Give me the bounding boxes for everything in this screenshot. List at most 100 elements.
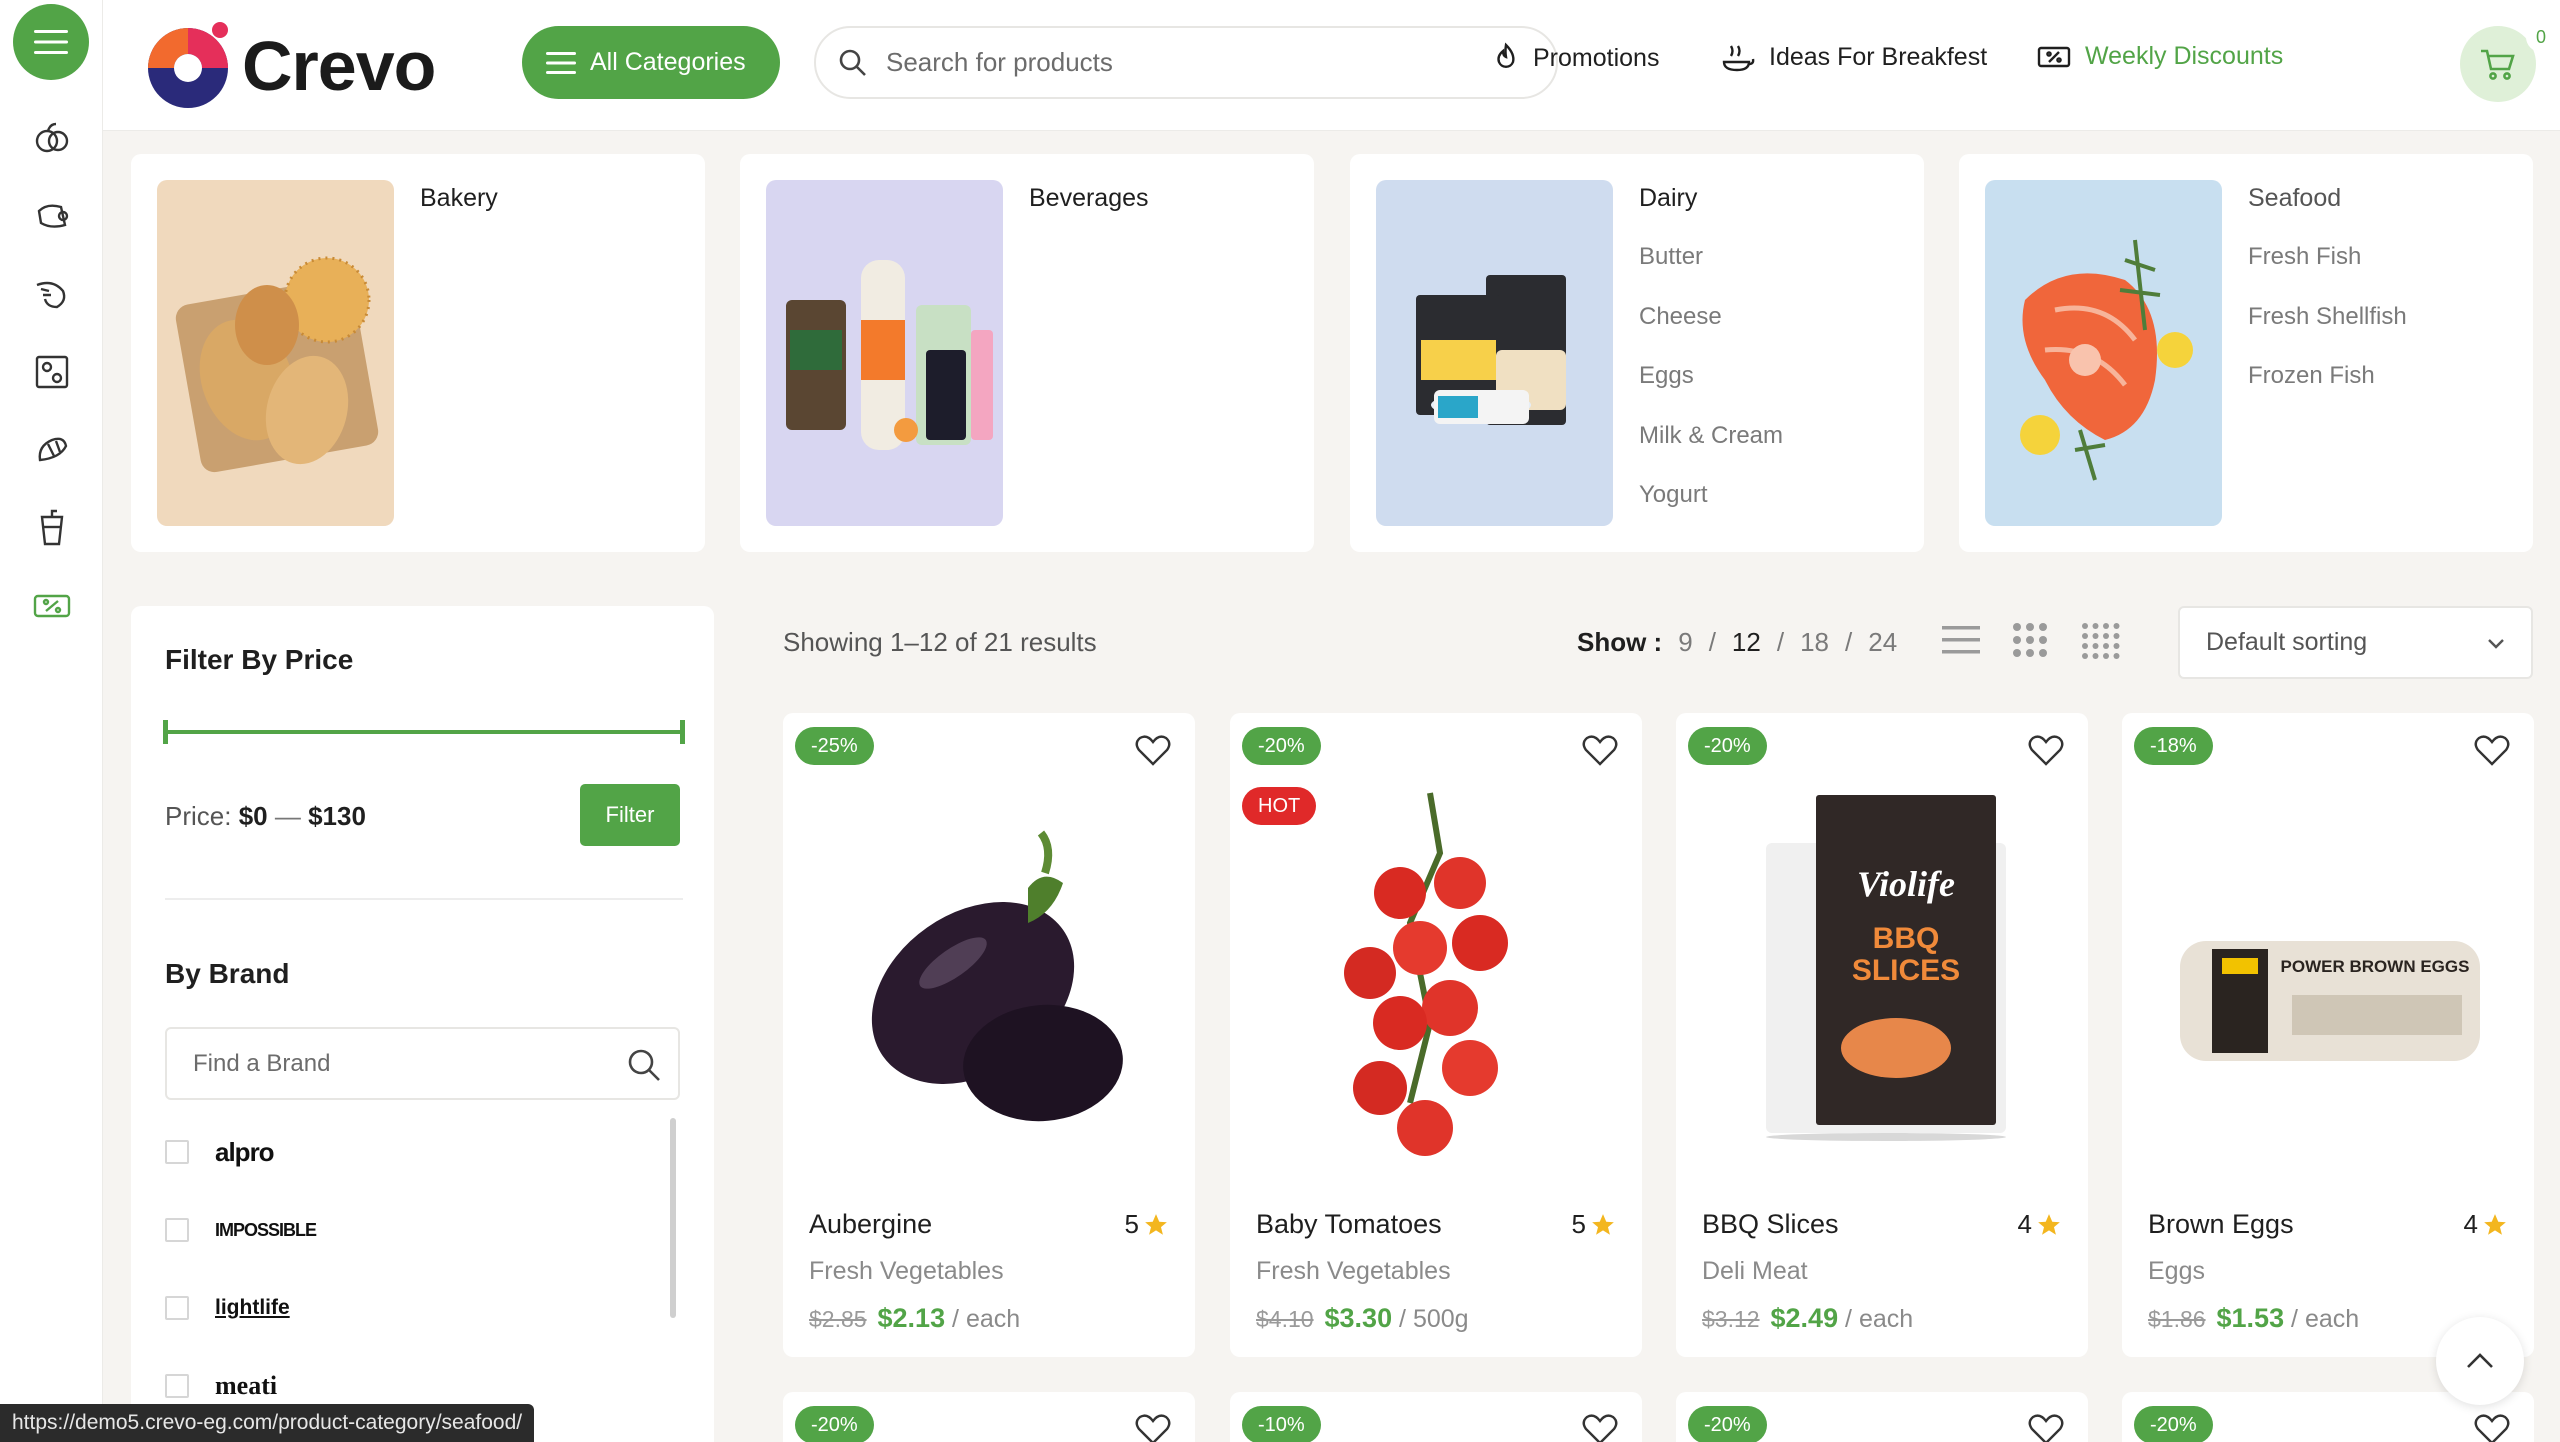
subcategory-link[interactable]: Butter — [1639, 242, 1783, 302]
price-min: $0 — [238, 801, 268, 831]
product-name[interactable]: BBQ Slices — [1702, 1209, 1839, 1240]
subcategory-link[interactable]: Yogurt — [1639, 480, 1783, 540]
all-categories-button[interactable]: All Categories — [522, 26, 780, 99]
star-icon — [2484, 1213, 2506, 1235]
brand-item-lightlife[interactable]: lightlife — [165, 1288, 290, 1328]
per-page-option[interactable]: 9 — [1678, 627, 1692, 658]
product-category[interactable]: Deli Meat — [1702, 1257, 1808, 1286]
per-page-option[interactable]: 24 — [1868, 627, 1897, 658]
fridge-icon[interactable] — [32, 352, 72, 392]
discount-badge: -20% — [1242, 727, 1321, 765]
fruit-icon[interactable] — [32, 118, 72, 158]
brand-logo-meati: meati — [215, 1371, 278, 1400]
product-card[interactable]: -18% POWER BROWN EGGS Brown Eggs 4 Eggs … — [2122, 713, 2534, 1357]
nav-promotions[interactable]: Promotions — [1493, 42, 1659, 74]
scroll-to-top-button[interactable] — [2436, 1317, 2524, 1405]
product-rating: 4 — [2464, 1209, 2508, 1240]
nav-weekly-discounts[interactable]: Weekly Discounts — [2037, 42, 2283, 71]
brand-item-meati[interactable]: meati — [165, 1366, 277, 1406]
product-image[interactable]: POWER BROWN EGGS — [2152, 773, 2504, 1193]
grid-3-view-icon[interactable] — [2012, 622, 2048, 658]
brand-item-impossible[interactable]: IMPOSSIBLE — [165, 1210, 317, 1250]
subcategory-link[interactable]: Cheese — [1639, 302, 1783, 362]
fire-icon — [1497, 42, 1515, 68]
subcategory-link[interactable]: Frozen Fish — [2248, 361, 2407, 421]
nav-weekly-discounts-label: Weekly Discounts — [2085, 42, 2284, 70]
meat-icon[interactable] — [32, 196, 72, 236]
product-card[interactable]: -20% Violife BBQ SLICES BBQ Slices 4 Del… — [1676, 713, 2088, 1357]
subcategory-link[interactable]: Milk & Cream — [1639, 421, 1783, 481]
menu-button[interactable] — [13, 4, 89, 80]
product-card[interactable]: -20% — [1676, 1392, 2088, 1442]
product-name[interactable]: Aubergine — [809, 1209, 932, 1240]
discount-icon[interactable] — [32, 586, 72, 626]
category-title[interactable]: Dairy — [1639, 184, 1697, 213]
chevron-down-icon — [2488, 639, 2504, 649]
product-name[interactable]: Baby Tomatoes — [1256, 1209, 1442, 1240]
price-unit: / each — [2291, 1305, 2360, 1333]
pack-product-text: BBQ SLICES — [1851, 922, 1961, 987]
price-slider-track[interactable] — [165, 730, 683, 734]
logo[interactable]: Crevo — [138, 14, 436, 118]
wishlist-heart-icon[interactable] — [1135, 735, 1171, 767]
price-slider-min-handle[interactable] — [163, 720, 168, 744]
category-title[interactable]: Bakery — [420, 184, 498, 213]
discount-badge: -20% — [1688, 1406, 1767, 1442]
sort-selected-value: Default sorting — [2206, 628, 2368, 656]
product-card[interactable]: -20% — [783, 1392, 1195, 1442]
category-title[interactable]: Beverages — [1029, 184, 1149, 213]
seafood-icon[interactable] — [32, 274, 72, 314]
brand-checkbox[interactable] — [165, 1218, 189, 1242]
wishlist-heart-icon[interactable] — [1582, 735, 1618, 767]
subcategory-link[interactable]: Eggs — [1639, 361, 1783, 421]
product-image[interactable] — [813, 773, 1165, 1193]
grid-4-view-icon[interactable] — [2081, 622, 2121, 660]
brand-list-scrollbar[interactable] — [670, 1118, 676, 1318]
per-page-option-active[interactable]: 12 — [1732, 627, 1761, 658]
price-max: $130 — [308, 801, 366, 831]
product-image[interactable]: Violife BBQ SLICES — [1706, 773, 2058, 1193]
wishlist-heart-icon[interactable] — [2028, 735, 2064, 767]
brand-checkbox[interactable] — [165, 1296, 189, 1320]
search-icon[interactable] — [626, 1047, 662, 1083]
per-page-option[interactable]: 18 — [1800, 627, 1829, 658]
product-card[interactable]: -20% HOT Baby Tomatoes 5 Fresh Vegetable… — [1230, 713, 1642, 1357]
wishlist-heart-icon[interactable] — [1582, 1414, 1618, 1442]
brand-logo-alpro: alpro — [215, 1136, 275, 1167]
product-name[interactable]: Brown Eggs — [2148, 1209, 2294, 1240]
product-category[interactable]: Fresh Vegetables — [1256, 1257, 1451, 1286]
category-card-beverages[interactable]: Beverages — [740, 154, 1314, 552]
wishlist-heart-icon[interactable] — [2474, 1414, 2510, 1442]
category-card-seafood[interactable]: Seafood Fresh Fish Fresh Shellfish Froze… — [1959, 154, 2533, 552]
wishlist-heart-icon[interactable] — [2028, 1414, 2064, 1442]
product-category[interactable]: Fresh Vegetables — [809, 1257, 1004, 1286]
price-slider-max-handle[interactable] — [680, 720, 685, 744]
search-input[interactable] — [886, 47, 1526, 78]
wishlist-heart-icon[interactable] — [1135, 1414, 1171, 1442]
filter-by-price-title: Filter By Price — [165, 644, 354, 675]
wishlist-heart-icon[interactable] — [2474, 735, 2510, 767]
filter-button[interactable]: Filter — [580, 784, 680, 846]
list-view-icon[interactable] — [1942, 622, 1980, 658]
seafood-image — [1985, 180, 2222, 526]
subcategory-link[interactable]: Fresh Fish — [2248, 242, 2407, 302]
category-card-dairy[interactable]: Dairy Butter Cheese Eggs Milk & Cream Yo… — [1350, 154, 1924, 552]
product-category[interactable]: Eggs — [2148, 1257, 2205, 1286]
bakery-icon[interactable] — [32, 430, 72, 470]
product-image[interactable] — [1260, 773, 1612, 1193]
product-card[interactable]: -25% Aubergine 5 Fresh Vegetables $2.85 … — [783, 713, 1195, 1357]
brand-checkbox[interactable] — [165, 1140, 189, 1164]
category-title[interactable]: Seafood — [2248, 184, 2341, 213]
brand-search — [165, 1027, 680, 1100]
nav-ideas-for-breakfest[interactable]: Ideas For Breakfest — [1721, 42, 1987, 72]
brand-checkbox[interactable] — [165, 1374, 189, 1398]
subcategory-link[interactable]: Fresh Shellfish — [2248, 302, 2407, 362]
drink-icon[interactable] — [32, 508, 72, 548]
product-card[interactable]: -10% — [1230, 1392, 1642, 1442]
sort-dropdown[interactable]: Default sorting — [2178, 606, 2533, 679]
brand-item-alpro[interactable]: alpro — [165, 1132, 275, 1172]
category-card-bakery[interactable]: Bakery — [131, 154, 705, 552]
brand-search-input[interactable] — [193, 1049, 603, 1078]
cart-button[interactable] — [2460, 26, 2536, 102]
discount-badge: -18% — [2134, 727, 2213, 765]
